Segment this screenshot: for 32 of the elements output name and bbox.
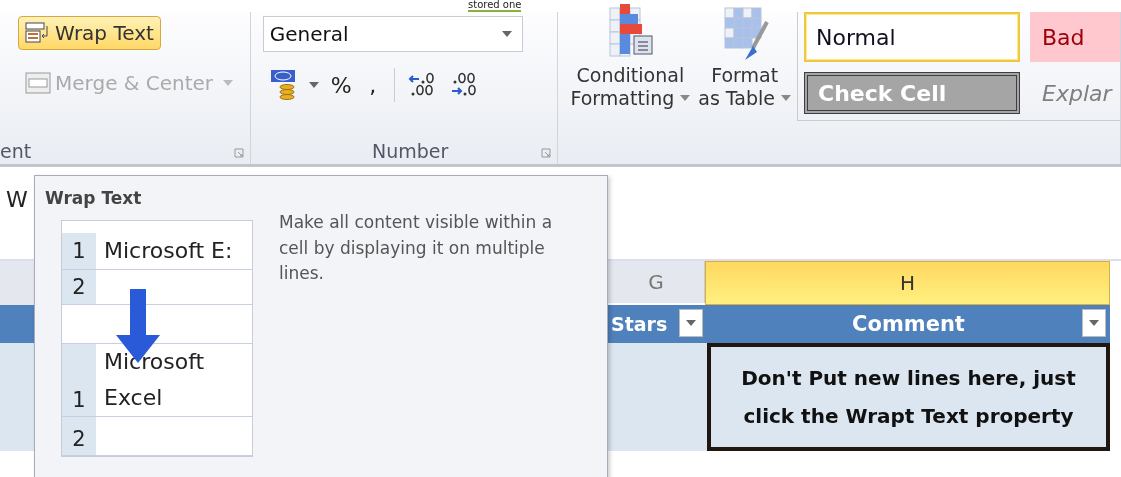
caret-icon — [501, 31, 512, 37]
group-label: Number — [370, 140, 450, 164]
wrap-text-icon — [25, 22, 51, 44]
caret-icon — [1089, 320, 1099, 326]
wrap-text-button[interactable]: Wrap Text — [18, 16, 161, 50]
column-header[interactable]: G — [608, 261, 705, 303]
tooltip-title: Wrap Text — [44, 187, 143, 210]
header-text: Comment — [852, 312, 965, 336]
selected-cell[interactable]: Don't Put new lines here, just click the Wrapt Text property — [707, 343, 1110, 451]
number-style-button[interactable]: , — [363, 72, 382, 98]
increase-decimal-icon[interactable] — [406, 72, 437, 98]
number-style-button[interactable]: % — [330, 72, 352, 98]
format-as-table-button[interactable]: Format as Table — [696, 4, 793, 164]
number-format-dropdown[interactable]: General — [262, 16, 523, 52]
caret-icon — [686, 320, 696, 326]
preview-drawing: 1 Microsoft E: 2 1 Microsoft Excel 2 — [61, 220, 253, 457]
filter-dropdown-button[interactable] — [1082, 309, 1106, 337]
caret-icon[interactable] — [308, 82, 319, 88]
cell-text: W — [6, 187, 28, 212]
cell-style-item[interactable]: Explar — [1030, 68, 1120, 118]
caret-icon — [781, 95, 791, 102]
merge-cells-icon — [25, 72, 51, 94]
column-header[interactable]: H — [705, 261, 1110, 305]
tooltip-description: Make all content visible within a cell by displaying it on multiple lines. — [279, 211, 554, 285]
group-label: ent — [0, 140, 33, 164]
filter-dropdown-button[interactable] — [679, 309, 703, 337]
header-text: Stars — [611, 313, 668, 335]
caret-icon — [223, 80, 234, 86]
conditional-formatting-button[interactable]: Conditional Formatting — [568, 4, 693, 164]
cell-style-item[interactable]: Bad — [1030, 12, 1120, 62]
cell-style-item[interactable]: Normal — [804, 12, 1020, 62]
caret-icon — [680, 95, 691, 102]
